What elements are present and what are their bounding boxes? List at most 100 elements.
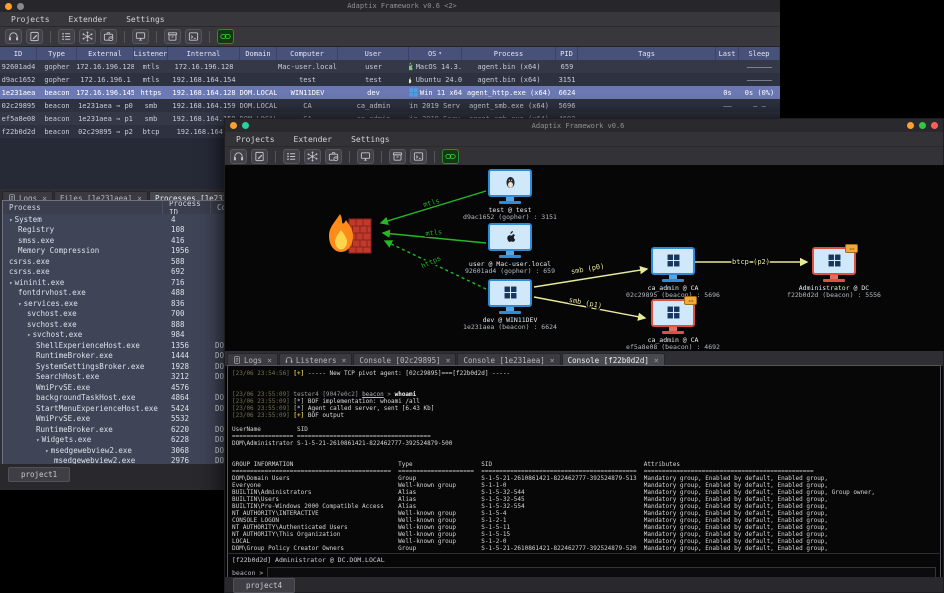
agent-node-92601ad4[interactable] [488,223,532,258]
list-toolbar-button[interactable] [58,29,75,44]
edit-toolbar-button[interactable] [26,29,43,44]
menu-settings[interactable]: Settings [351,135,390,144]
console-segment: [*] [293,398,307,405]
console-line: CONSOLE LOGON Well-known group S-1-2-1 M… [232,517,936,524]
agent-row[interactable]: 02c29895beacon1e231aea ⇒ p0smb192.168.16… [0,99,780,112]
process-pid-cell: 1444 [163,351,211,360]
node-agent-id: 1e231aea (beacon) : 6624 [425,324,595,331]
cell-computer: CA [277,99,338,112]
close-tab-icon[interactable]: × [267,356,272,365]
agent-node-f22b0d2d[interactable] [812,247,856,282]
console-segment: beacon [362,391,384,398]
minimize-dot[interactable] [907,122,914,129]
cell-domain: DOM.LOCAL [240,86,277,99]
screen-toolbar-button[interactable] [132,29,149,44]
close-tab-icon[interactable]: × [550,356,555,365]
column-header-type[interactable]: Type [37,47,77,60]
column-header-user[interactable]: User [338,47,409,60]
expand-arrow-icon[interactable]: ▾ [9,217,13,224]
process-name-cell: csrss.exe [3,257,163,266]
titlebar-front[interactable]: Adaptix Framework v0.6 [225,119,943,132]
column-header-process-id[interactable]: Process ID [163,201,211,214]
menu-projects[interactable]: Projects [236,135,275,144]
process-pid-cell: 3068 [163,446,211,455]
screen-toolbar-button[interactable] [357,149,374,164]
graph-icon [82,31,93,42]
graph-toolbar-button[interactable] [79,29,96,44]
column-header-domain[interactable]: Domain [240,47,277,60]
terminal-toolbar-button[interactable] [185,29,202,44]
agent-node-ef5a8e08[interactable] [651,299,695,334]
graph-toolbar-button[interactable] [304,149,321,164]
console-line [232,384,936,391]
column-header-os[interactable]: OS▾ [409,47,462,60]
expand-arrow-icon[interactable]: ▾ [9,280,13,287]
column-header-sleep[interactable]: Sleep [739,47,780,60]
monitor-base [662,279,684,282]
console-segment: BUILTIN\Users Alias S-1-5-32-545 Mandato… [232,496,828,503]
expand-arrow-icon[interactable]: ▾ [18,301,22,308]
window-dot-orange[interactable] [5,3,12,10]
connect-toolbar-button[interactable] [442,149,459,164]
process-name-cell: ▾msedgewebview2.exe [3,446,163,455]
column-header-id[interactable]: ID [0,47,37,60]
console-output[interactable]: [23/06 23:54:56] [+] ----- New TCP pivot… [227,365,941,553]
jobs-toolbar-button[interactable] [325,149,342,164]
column-header-process[interactable]: Process [462,47,556,60]
agent-node-d9ac1652[interactable] [488,169,532,204]
window-dot-orange[interactable] [230,122,237,129]
agent-row[interactable]: 92601ad4gopher172.16.196.128mtls172.16.1… [0,60,780,73]
column-header-internal[interactable]: Internal [168,47,240,60]
agent-node-02c29895[interactable] [651,247,695,282]
session-graph[interactable]: mtlsmtlshttpssmb (p0)smb (p1)btcp (p2)te… [225,165,944,351]
list-toolbar-button[interactable] [283,149,300,164]
project-tab[interactable]: project4 [233,578,295,593]
menu-settings[interactable]: Settings [126,15,165,24]
monitor-screen [651,299,695,327]
connect-toolbar-button[interactable] [217,29,234,44]
cell-pid: 5696 [556,99,578,112]
project-tab[interactable]: project1 [8,467,70,482]
column-header-listener[interactable]: Listener [134,47,168,60]
close-tab-icon[interactable]: × [654,356,659,365]
storage-toolbar-button[interactable] [164,29,181,44]
console-line: [23/06 23:55:09] [*] Agent called server… [232,405,936,412]
process-name-cell: WmiPrvSE.exe [3,383,163,392]
column-header-external[interactable]: External [77,47,134,60]
expand-arrow-icon[interactable]: ▾ [36,437,40,444]
maximize-dot[interactable] [919,122,926,129]
column-header-tags[interactable]: Tags [578,47,716,60]
column-header-process[interactable]: Process [3,201,163,214]
window-dot-teal[interactable] [242,122,249,129]
window-dot-grey[interactable] [17,3,24,10]
process-pid-cell: 1928 [163,362,211,371]
expand-arrow-icon[interactable]: ▾ [27,332,31,339]
agent-row[interactable]: 1e231aeabeacon172.16.196.145https192.168… [0,86,780,99]
terminal-toolbar-button[interactable] [410,149,427,164]
process-pid-cell: 6228 [163,435,211,444]
edit-toolbar-button[interactable] [251,149,268,164]
doc-icon [233,356,241,364]
storage-toolbar-button[interactable] [389,149,406,164]
column-header-last[interactable]: Last [716,47,739,60]
headset-toolbar-button[interactable] [230,149,247,164]
titlebar-back[interactable]: Adaptix Framework v0.6 <2> [0,0,780,12]
process-name: ShellExperienceHost.exe [36,341,140,350]
menu-projects[interactable]: Projects [11,15,50,24]
agent-node-1e231aea[interactable] [488,279,532,314]
headset-toolbar-button[interactable] [5,29,22,44]
console-segment: whoami [395,391,417,398]
column-header-computer[interactable]: Computer [277,47,338,60]
close-tab-icon[interactable]: × [446,356,451,365]
close-tab-icon[interactable]: × [342,356,347,365]
menu-extender[interactable]: Extender [69,15,108,24]
agent-row[interactable]: d9ac1652gopher172.16.196.1mtls192.168.16… [0,73,780,86]
column-header-pid[interactable]: PID [556,47,578,60]
window-controls-right [907,122,938,129]
menu-extender[interactable]: Extender [294,135,333,144]
os-label: Ubuntu 24.04 [416,76,462,84]
expand-arrow-icon[interactable]: ▾ [45,448,49,455]
close-dot[interactable] [931,122,938,129]
jobs-toolbar-button[interactable] [100,29,117,44]
process-pid-cell: 488 [163,288,211,297]
